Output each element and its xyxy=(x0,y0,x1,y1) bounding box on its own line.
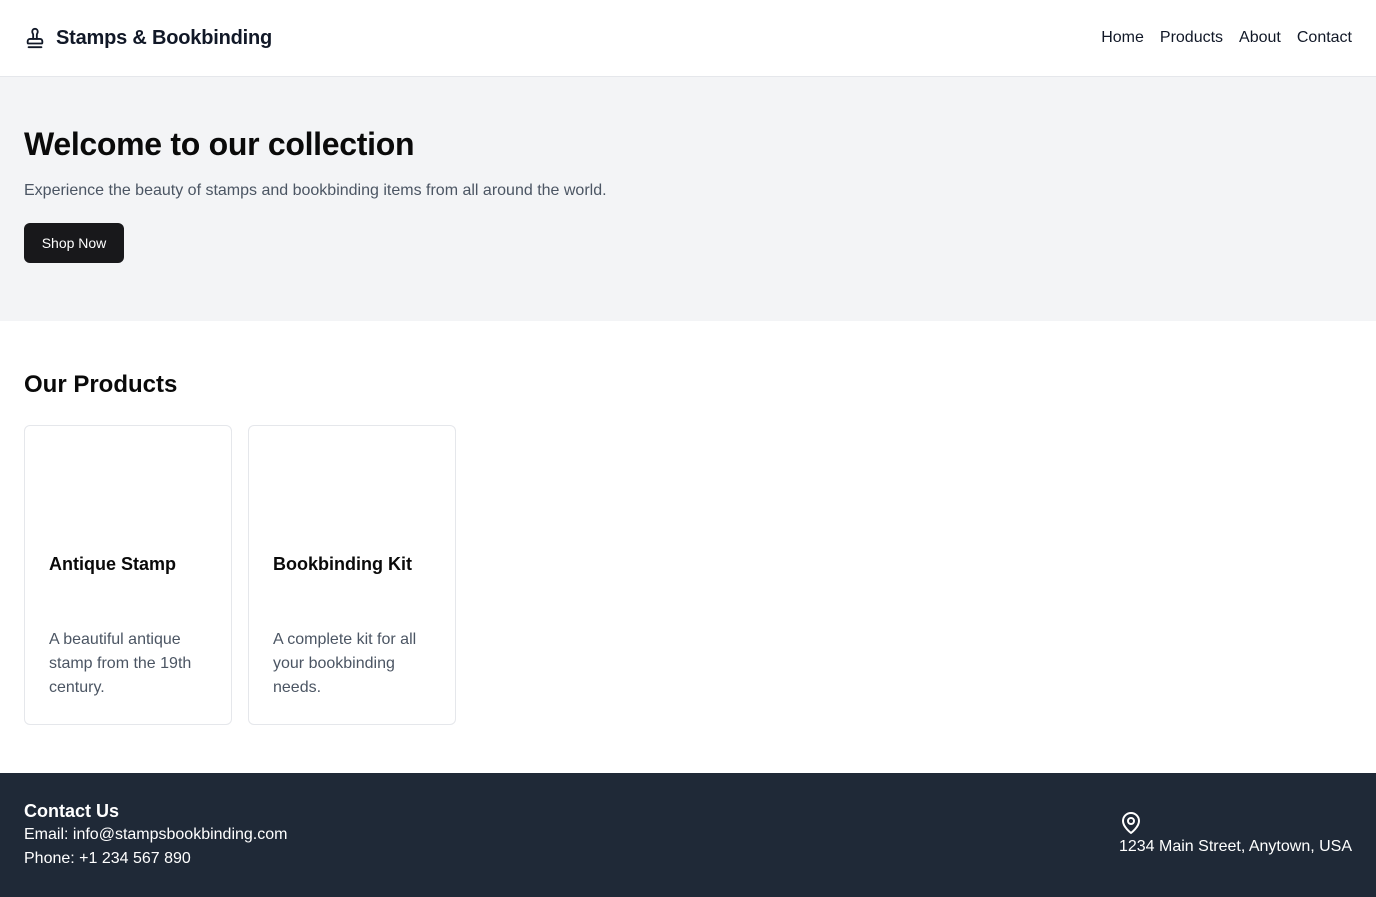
footer-phone[interactable]: Phone: +1 234 567 890 xyxy=(24,847,287,871)
footer-address: 1234 Main Street, Anytown, USA xyxy=(1118,838,1352,855)
site-header: Stamps & Bookbinding Home Products About… xyxy=(0,0,1376,77)
main-nav: Home Products About Contact xyxy=(1101,29,1352,47)
address-block: 1234 Main Street, Anytown, USA xyxy=(1119,799,1352,897)
brand-name: Stamps & Bookbinding xyxy=(56,26,273,49)
hero-title: Welcome to our collection xyxy=(24,126,415,162)
nav-link-home[interactable]: Home xyxy=(1101,29,1144,47)
product-card[interactable]: Antique Stamp A beautiful antique stamp … xyxy=(24,425,232,725)
product-description: A complete kit for all your bookbinding … xyxy=(273,631,417,696)
product-card[interactable]: Bookbinding Kit A complete kit for all y… xyxy=(248,425,456,725)
nav-link-products[interactable]: Products xyxy=(1160,29,1223,47)
map-pin-icon xyxy=(1119,811,1143,835)
contact-block: Contact Us Email: info@stampsbookbinding… xyxy=(24,799,287,897)
product-description: A beautiful antique stamp from the 19th … xyxy=(49,631,192,696)
product-grid: Antique Stamp A beautiful antique stamp … xyxy=(24,425,1352,725)
shop-now-button[interactable]: Shop Now xyxy=(24,223,124,263)
products-section: Our Products Antique Stamp A beautiful a… xyxy=(0,321,1376,773)
products-heading: Our Products xyxy=(24,371,178,398)
product-title: Bookbinding Kit xyxy=(273,554,412,574)
site-footer: Contact Us Email: info@stampsbookbinding… xyxy=(0,773,1376,897)
nav-link-contact[interactable]: Contact xyxy=(1297,29,1352,47)
stamp-icon xyxy=(24,27,46,49)
brand[interactable]: Stamps & Bookbinding xyxy=(24,27,272,50)
product-title: Antique Stamp xyxy=(49,554,177,574)
hero-section: Welcome to our collection Experience the… xyxy=(0,77,1376,321)
nav-link-about[interactable]: About xyxy=(1239,29,1281,47)
hero-subtitle: Experience the beauty of stamps and book… xyxy=(24,182,607,199)
footer-email[interactable]: Email: info@stampsbookbinding.com xyxy=(24,823,287,847)
footer-heading: Contact Us xyxy=(24,801,120,821)
